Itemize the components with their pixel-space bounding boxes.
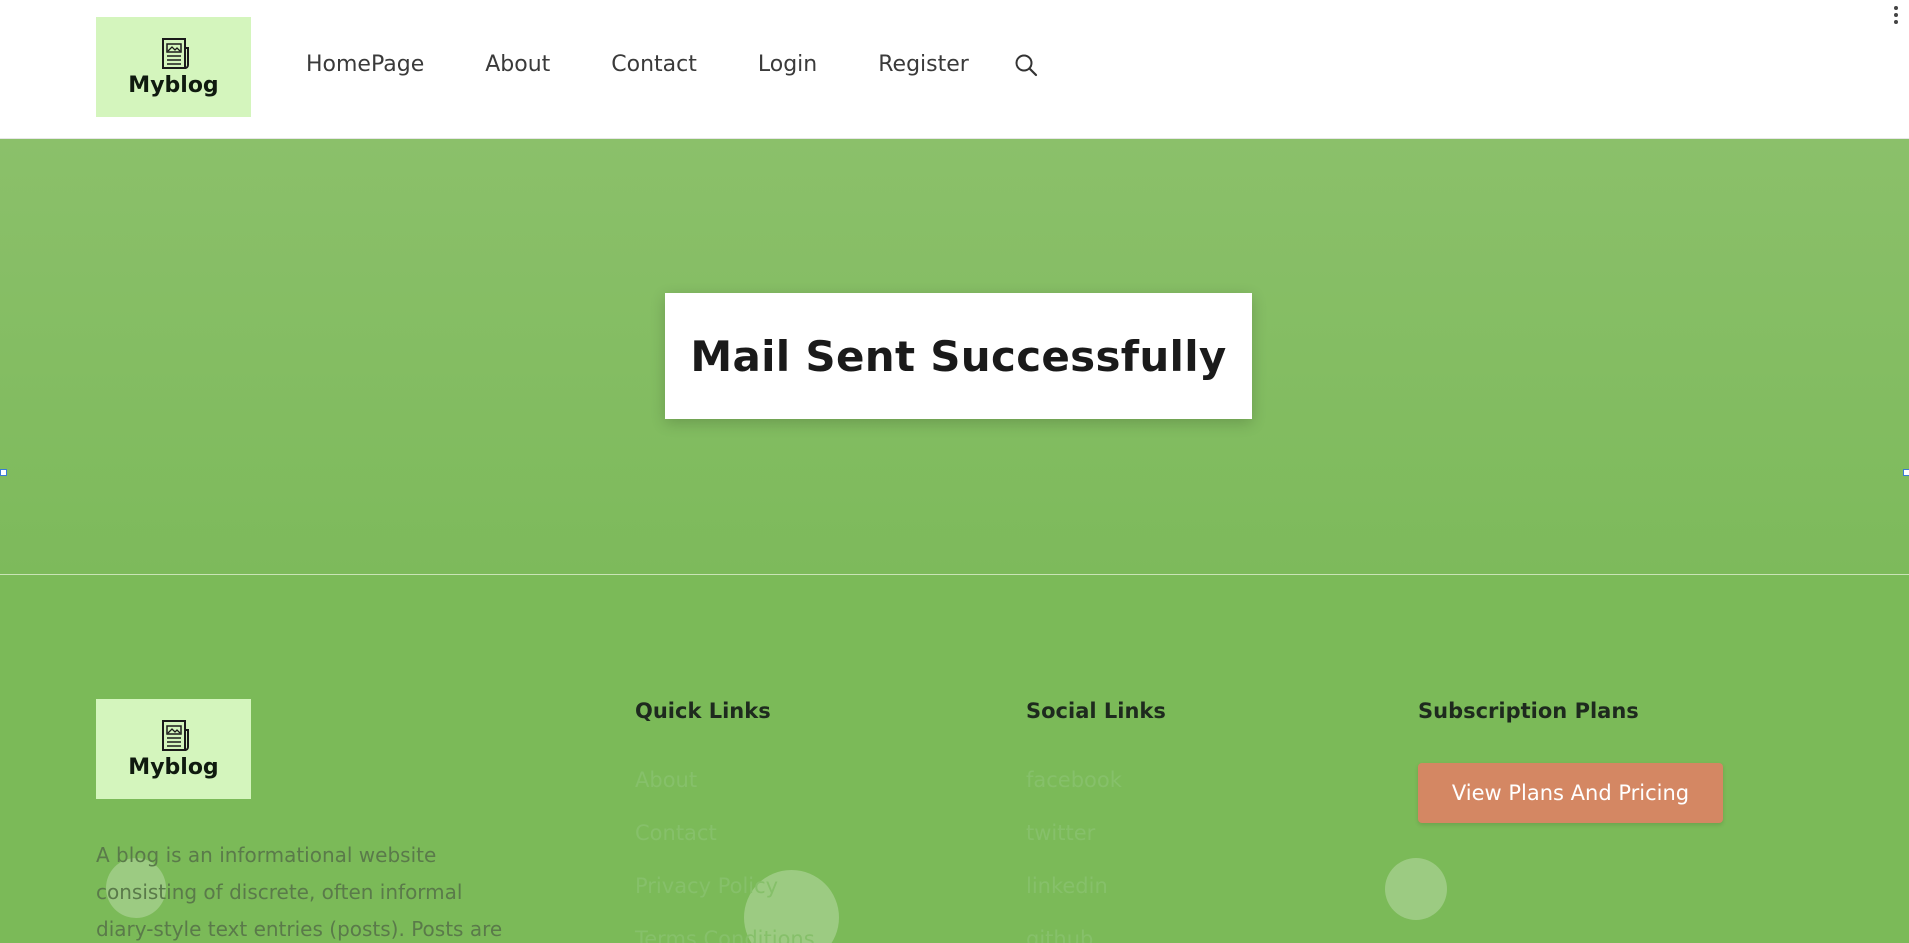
nav-register[interactable]: Register <box>878 50 969 80</box>
quick-links-title: Quick Links <box>635 699 771 723</box>
site-footer: Myblog A blog is an informational websit… <box>0 575 1909 943</box>
footer-about-text: A blog is an informational website consi… <box>96 843 503 941</box>
social-link-twitter[interactable]: twitter <box>1026 818 1122 871</box>
footer-logo[interactable]: Myblog <box>96 699 251 799</box>
newspaper-icon <box>161 720 189 751</box>
resize-handle-left[interactable] <box>0 469 7 476</box>
social-links-title: Social Links <box>1026 699 1166 723</box>
success-message-card: Mail Sent Successfully <box>665 293 1252 419</box>
social-link-github[interactable]: github <box>1026 924 1122 943</box>
nav-contact[interactable]: Contact <box>611 50 697 80</box>
social-links-list: facebook twitter linkedin github <box>1026 765 1122 943</box>
view-plans-button[interactable]: View Plans And Pricing <box>1418 763 1723 823</box>
decor-bubble <box>1385 858 1447 920</box>
newspaper-icon <box>161 38 189 69</box>
more-options-icon[interactable] <box>1893 6 1899 28</box>
success-message: Mail Sent Successfully <box>690 331 1227 381</box>
quick-links-list: About Contact Privacy Policy Terms Condi… <box>635 765 815 943</box>
site-header: Myblog HomePage About Contact Login Regi… <box>0 0 1909 139</box>
footer-link-about[interactable]: About <box>635 765 815 818</box>
resize-handle-right[interactable] <box>1903 469 1909 476</box>
nav-about[interactable]: About <box>485 50 550 80</box>
footer-link-contact[interactable]: Contact <box>635 818 815 871</box>
footer-logo-text: Myblog <box>128 755 219 780</box>
footer-link-privacy-policy[interactable]: Privacy Policy <box>635 871 815 924</box>
search-icon[interactable] <box>1013 52 1039 78</box>
logo-text: Myblog <box>128 73 219 98</box>
nav-login[interactable]: Login <box>758 50 817 80</box>
social-link-facebook[interactable]: facebook <box>1026 765 1122 818</box>
hero-section: Mail Sent Successfully <box>0 139 1909 574</box>
main-nav: HomePage About Contact Login Register <box>306 50 969 80</box>
site-logo[interactable]: Myblog <box>96 17 251 117</box>
social-link-linkedin[interactable]: linkedin <box>1026 871 1122 924</box>
nav-homepage[interactable]: HomePage <box>306 50 424 80</box>
footer-link-terms[interactable]: Terms Conditions <box>635 924 815 943</box>
subscription-plans-title: Subscription Plans <box>1418 699 1639 723</box>
